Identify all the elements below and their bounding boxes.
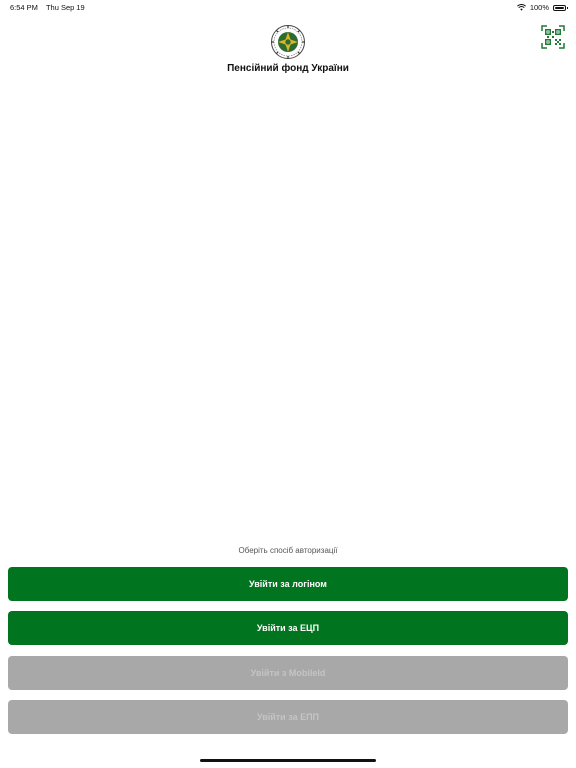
pension-fund-emblem-icon (271, 25, 305, 59)
status-right: 100% (516, 3, 568, 12)
login-by-mobileid-button[interactable]: Увійти з MobileId (8, 656, 568, 690)
home-indicator (200, 759, 376, 762)
wifi-icon (516, 4, 526, 11)
login-by-ecp-button[interactable]: Увійти за ЕЦП (8, 611, 568, 645)
status-left: 6:54 PM Thu Sep 19 (10, 3, 85, 12)
qr-scan-icon[interactable] (541, 25, 565, 49)
status-bar: 6:54 PM Thu Sep 19 100% (0, 0, 576, 14)
login-screen: 6:54 PM Thu Sep 19 100% Пенсійний фонд У… (0, 0, 576, 768)
battery-icon (553, 4, 568, 11)
status-time: 6:54 PM (10, 3, 38, 12)
status-date: Thu Sep 19 (45, 3, 85, 12)
page-title: Пенсійний фонд України (227, 63, 349, 74)
battery-percent: 100% (529, 3, 549, 12)
login-by-epp-button[interactable]: Увійти за ЕПП (8, 700, 568, 734)
login-by-username-button[interactable]: Увійти за логіном (8, 567, 568, 601)
auth-method-prompt: Оберіть спосіб авторизації (238, 546, 338, 555)
